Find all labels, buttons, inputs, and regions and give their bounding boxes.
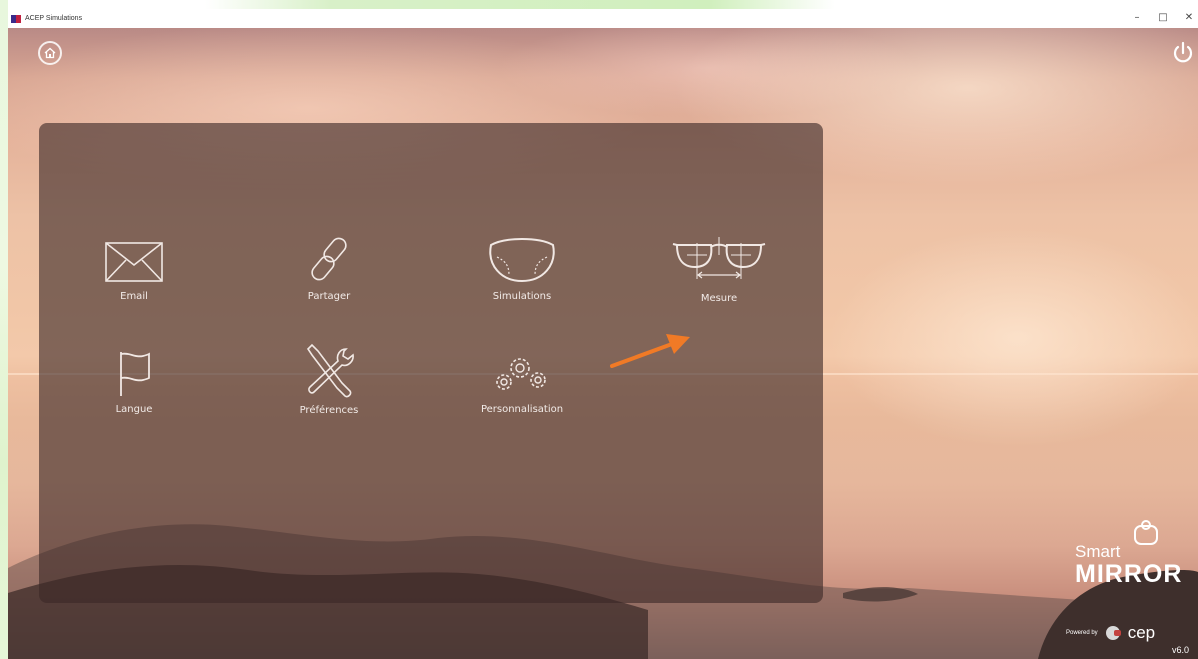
menu-item-preferences[interactable]: Préférences: [239, 343, 419, 443]
envelope-icon: [105, 242, 163, 282]
gears-icon: [496, 358, 546, 390]
minimize-button[interactable]: –: [1130, 11, 1144, 25]
powered-by: Powered by cep: [1066, 622, 1196, 644]
menu-item-label: Préférences: [299, 405, 359, 416]
menu-item-label: Langue: [115, 404, 153, 415]
version-label: v6.0: [1172, 645, 1190, 655]
window-title: ACEP Simulations: [25, 15, 83, 22]
left-highlight-strip: [0, 0, 8, 659]
sun-glow: [828, 228, 1198, 448]
top-highlight-strip: [205, 0, 835, 9]
close-button[interactable]: ✕: [1182, 11, 1196, 25]
sunset-background: Email Partager Simulations Mesure Langue…: [8, 28, 1198, 659]
maximize-button[interactable]: □: [1156, 11, 1170, 25]
menu-item-personnalisation[interactable]: Personnalisation: [432, 348, 612, 448]
menu-item-label: Partager: [307, 291, 351, 302]
menu-item-mesure[interactable]: Mesure: [629, 235, 809, 335]
brand-mirror-text: MIRROR: [1075, 560, 1183, 588]
app-icon: [11, 14, 21, 23]
flag-icon: [120, 352, 150, 396]
menu-item-label: Personnalisation: [480, 404, 564, 415]
menu-item-langue[interactable]: Langue: [44, 348, 224, 448]
menu-item-email[interactable]: Email: [44, 241, 224, 341]
power-icon[interactable]: [1172, 40, 1194, 66]
smart-mirror-logo: Smart MIRROR: [1070, 520, 1198, 600]
acep-logo-icon: [1105, 626, 1121, 640]
home-icon: [44, 47, 56, 59]
lens-icon: [489, 238, 555, 283]
powered-by-text: Powered by: [1066, 630, 1098, 636]
link-icon: [311, 237, 347, 281]
glasses-measure-icon: [672, 237, 766, 279]
menu-item-simulations[interactable]: Simulations: [432, 235, 612, 335]
mirror-logo-icon: [1134, 520, 1158, 545]
menu-item-partager[interactable]: Partager: [239, 235, 419, 335]
annotation-arrow: [610, 334, 690, 368]
menu-item-label: Email: [120, 291, 148, 302]
home-button[interactable]: [38, 41, 62, 65]
window-titlebar: ACEP Simulations – □ ✕: [8, 9, 1198, 28]
menu-item-label: Simulations: [492, 291, 552, 302]
tools-icon: [306, 343, 354, 398]
menu-item-label: Mesure: [700, 293, 738, 304]
acep-text: cep: [1127, 623, 1156, 642]
window-controls: – □ ✕: [1130, 11, 1196, 25]
brand-smart-text: Smart: [1075, 542, 1121, 561]
